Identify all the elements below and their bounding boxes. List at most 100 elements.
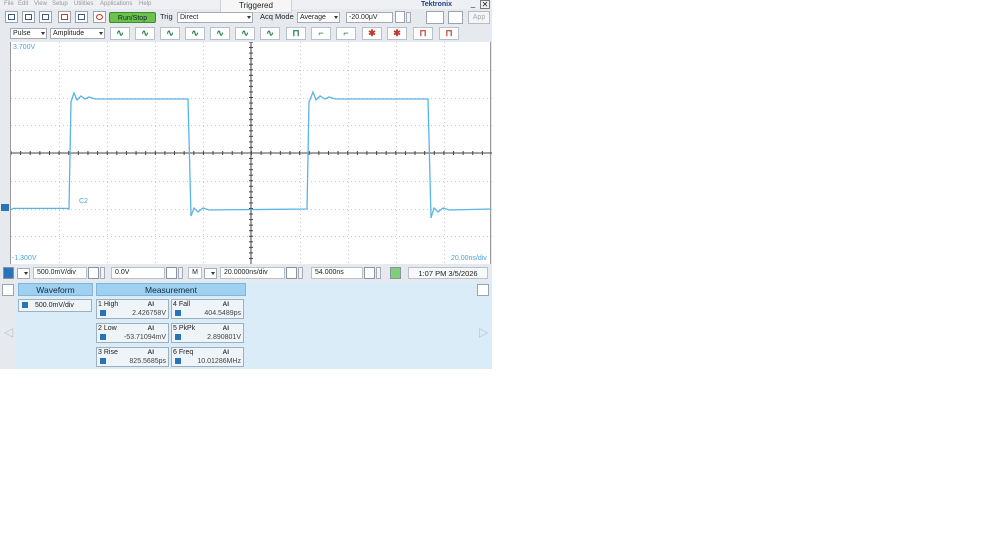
undo-icon[interactable]	[93, 11, 106, 23]
trigger-settings-icon[interactable]	[448, 11, 463, 24]
bottom-scale-label: -1.300V	[12, 255, 37, 262]
keypad-icon[interactable]	[395, 11, 405, 23]
vertical-scale-field[interactable]: 500.0mV/div	[33, 267, 87, 279]
scroll-left-icon[interactable]: ◁	[4, 325, 13, 339]
measurement-value: 2.426758V	[132, 310, 166, 317]
menu-view[interactable]: View	[34, 0, 47, 9]
menu-applications[interactable]: Applications	[100, 0, 132, 9]
channel-color-swatch	[175, 334, 181, 340]
keypad-icon[interactable]	[166, 267, 177, 279]
waveform-channel-tile[interactable]: 500.0mV/div	[18, 299, 92, 312]
trigger-level-field[interactable]: -20.00μV	[346, 12, 393, 23]
menu-edit[interactable]: Edit	[18, 0, 28, 9]
measurement-tile-1[interactable]: 1 High Al 2.426758V	[96, 299, 169, 319]
trigger-preset-9-icon[interactable]: ⌐	[311, 27, 331, 40]
channel-dropdown[interactable]	[17, 268, 30, 279]
scroll-right-icon[interactable]: ▷	[479, 325, 488, 339]
menu-setup[interactable]: Setup	[52, 0, 68, 9]
vertical-scale-spinner[interactable]	[100, 267, 105, 279]
measurement-stat: Al	[147, 301, 155, 308]
channel-select[interactable]	[3, 267, 14, 279]
trigger-preset-6-icon[interactable]: ∿	[235, 27, 255, 40]
default-setup-icon[interactable]	[5, 11, 18, 23]
print-icon[interactable]	[22, 11, 35, 23]
waveform-graticule	[11, 42, 492, 264]
measurement-value: 404.5489ps	[204, 310, 241, 317]
scope-app-window: File Edit View Setup Utilities Applicati…	[0, 0, 492, 369]
trigger-preset-2-icon[interactable]: ∿	[135, 27, 155, 40]
channel-color-swatch	[22, 302, 28, 308]
acq-mode-select[interactable]: Average	[297, 12, 340, 23]
chevron-down-icon	[211, 272, 215, 275]
channel-label: C2	[79, 198, 88, 205]
pulse-class-select[interactable]: Amplitude	[50, 28, 105, 39]
measurement-tile-6[interactable]: 6 Freq Al 10.01286MHz	[171, 347, 244, 367]
chevron-down-icon	[99, 32, 103, 35]
trigger-preset-1-icon[interactable]: ∿	[110, 27, 130, 40]
position-spinner[interactable]	[376, 267, 381, 279]
trigger-preset-11-icon[interactable]: ✱	[362, 27, 382, 40]
measurement-name: 5 PkPk	[173, 325, 196, 332]
channel-color-swatch	[100, 358, 106, 364]
keypad-icon[interactable]	[88, 267, 99, 279]
trigger-type-select[interactable]: Pulse	[10, 28, 47, 39]
measurement-value: -53.71094mV	[123, 334, 166, 341]
panel-undock-icon[interactable]	[477, 284, 489, 296]
keypad-icon[interactable]	[364, 267, 375, 279]
channel-color-swatch	[175, 358, 181, 364]
measurement-tile-3[interactable]: 3 Rise Al 825.5685ps	[96, 347, 169, 367]
chevron-down-icon	[334, 16, 338, 19]
measurement-value: 10.01286MHz	[197, 358, 241, 365]
measurement-stat: Al	[222, 301, 230, 308]
trigger-preset-5-icon[interactable]: ∿	[210, 27, 230, 40]
tab-waveform[interactable]: Waveform	[18, 283, 93, 296]
measurement-value: 825.5685ps	[129, 358, 166, 365]
measurement-stat: Al	[222, 325, 230, 332]
app-button[interactable]: App	[468, 11, 490, 24]
close-button[interactable]: ✕	[480, 0, 490, 9]
horizontal-scale-field[interactable]: 20.0000ns/div	[220, 267, 285, 279]
trigger-preset-7-icon[interactable]: ∿	[260, 27, 280, 40]
measurement-tile-2[interactable]: 2 Low Al -53.71094mV	[96, 323, 169, 343]
waveform-scale-label: 500.0mV/div	[35, 302, 74, 309]
channel-2-marker[interactable]	[1, 204, 9, 211]
trig-mode-select[interactable]: Direct	[177, 12, 253, 23]
math-dropdown[interactable]	[204, 268, 217, 279]
measurement-tile-5[interactable]: 5 PkPk Al 2.890801V	[171, 323, 244, 343]
math-menu-button[interactable]: M	[188, 267, 202, 279]
clear-icon[interactable]	[58, 11, 71, 23]
offset-field[interactable]: 0.0V	[111, 267, 165, 279]
offset-spinner[interactable]	[178, 267, 183, 279]
measurement-stat: Al	[147, 349, 155, 356]
horizontal-scale-spinner[interactable]	[298, 267, 303, 279]
panel-menu-icon[interactable]	[2, 284, 14, 296]
trigger-level-spinner[interactable]	[406, 12, 411, 23]
menu-file[interactable]: File	[4, 0, 14, 9]
trigger-preset-4-icon[interactable]: ∿	[185, 27, 205, 40]
tab-measurement[interactable]: Measurement	[96, 283, 246, 296]
position-field[interactable]: 54.000ns	[311, 267, 363, 279]
trigger-preset-10-icon[interactable]: ⌐	[336, 27, 356, 40]
minimize-button[interactable]: _	[468, 0, 478, 9]
menu-utilities[interactable]: Utilities	[74, 0, 93, 9]
chevron-down-icon	[24, 272, 28, 275]
autoset-icon[interactable]	[39, 11, 52, 23]
measurement-tile-4[interactable]: 4 Fall Al 404.5489ps	[171, 299, 244, 319]
measure-icon[interactable]	[75, 11, 88, 23]
channel-color-swatch	[100, 334, 106, 340]
run-stop-button[interactable]: Run/Stop	[109, 12, 156, 23]
acquire-icon[interactable]	[390, 267, 401, 279]
top-scale-label: 3.700V	[13, 44, 36, 51]
channel-color-swatch	[100, 310, 106, 316]
trigger-preset-12-icon[interactable]: ✱	[387, 27, 407, 40]
keypad-icon[interactable]	[286, 267, 297, 279]
trigger-preset-3-icon[interactable]: ∿	[160, 27, 180, 40]
measurement-name: 1 High	[98, 301, 119, 308]
menu-help[interactable]: Help	[139, 0, 151, 9]
waveform-display[interactable]: 3.700V -1.300V 20.00ns/div C2	[10, 42, 492, 264]
trigger-preset-8-icon[interactable]: ⊓	[286, 27, 306, 40]
trigger-slope-icon[interactable]	[426, 11, 444, 24]
trigger-preset-13-icon[interactable]: ⊓	[413, 27, 433, 40]
trigger-preset-14-icon[interactable]: ⊓	[439, 27, 459, 40]
measurement-name: 4 Fall	[173, 301, 191, 308]
